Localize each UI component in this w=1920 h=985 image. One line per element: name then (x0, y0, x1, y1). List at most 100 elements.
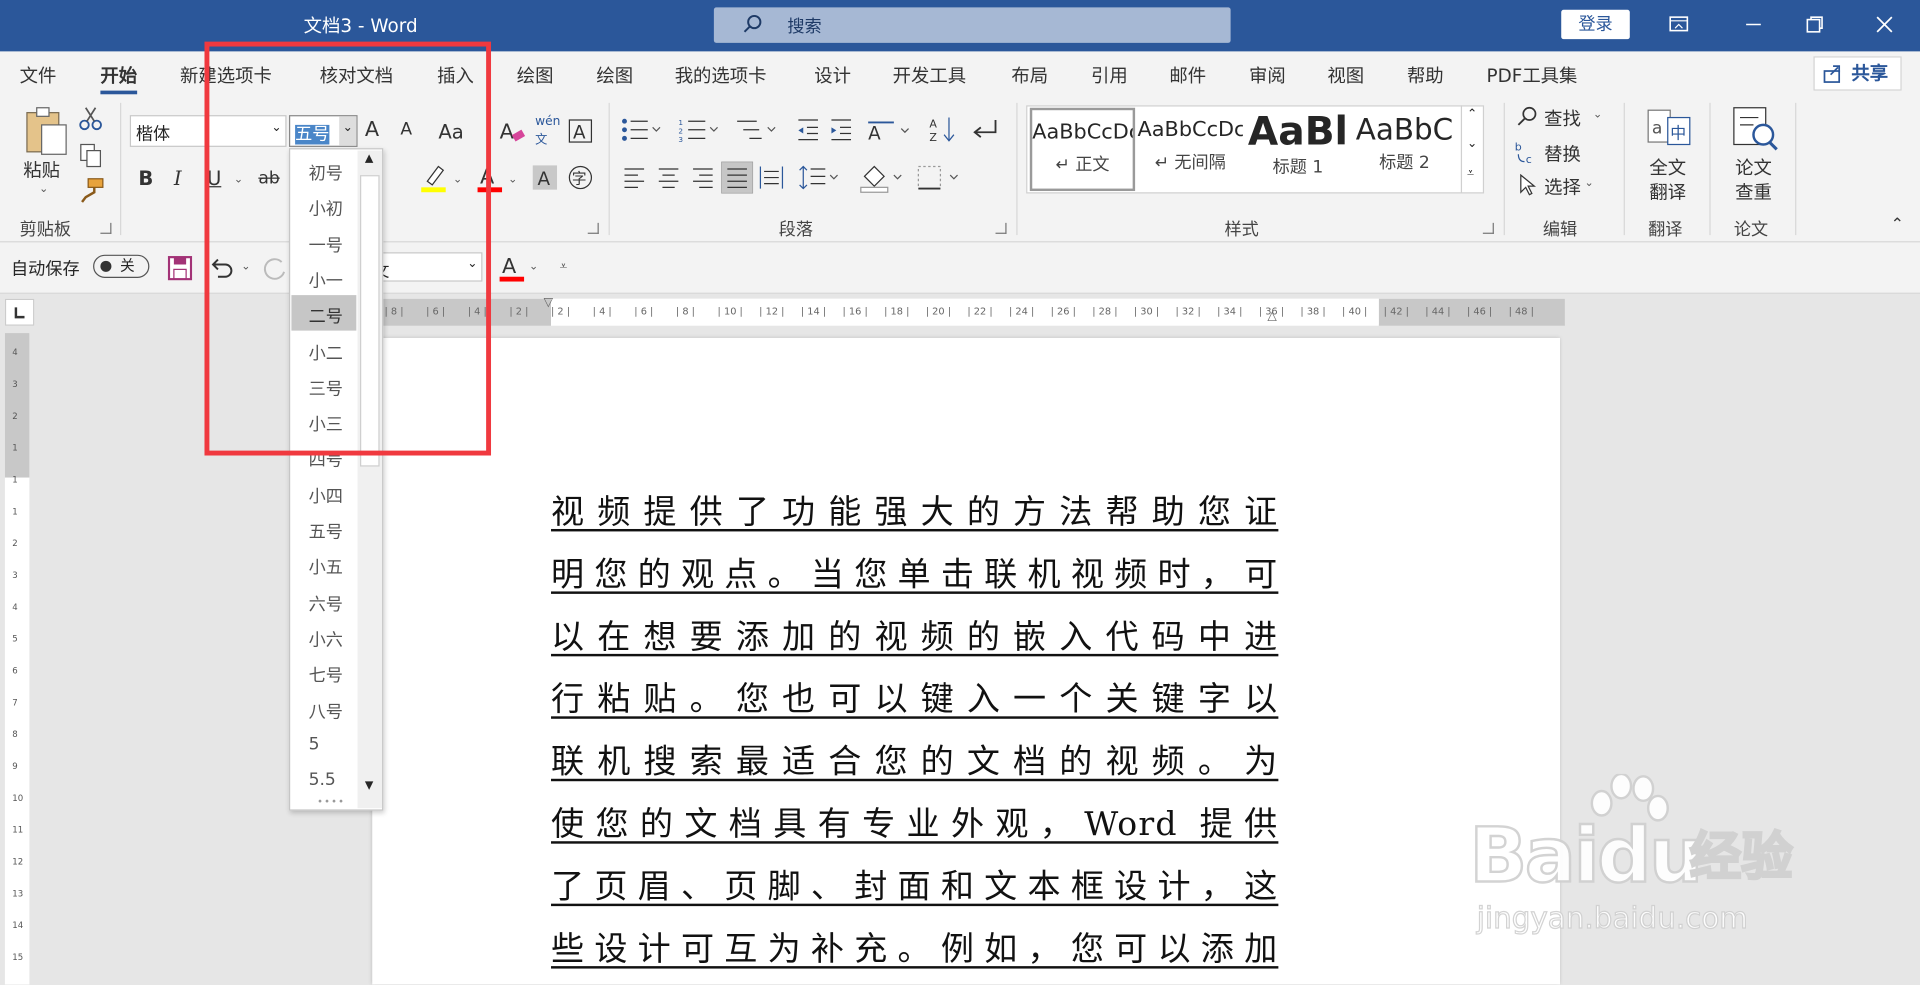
resize-grip-icon[interactable]: •••• (317, 796, 345, 807)
increase-indent-icon[interactable] (829, 118, 853, 142)
font-size-option[interactable]: 5.5 (291, 762, 356, 798)
replace-icon[interactable]: bc (1515, 140, 1539, 164)
customize-qat-icon[interactable]: ⩡ (560, 258, 568, 275)
right-indent-marker-icon[interactable]: △ (1267, 310, 1276, 323)
select-button[interactable]: 选择 (1544, 174, 1581, 200)
tab-selector[interactable] (4, 298, 35, 326)
restore-icon[interactable] (1798, 10, 1832, 39)
tab-view[interactable]: 视图 (1327, 62, 1364, 88)
close-icon[interactable] (1867, 10, 1901, 39)
vertical-ruler[interactable]: 4321112345678910111213141516 (4, 333, 30, 985)
style-no-spacing[interactable]: AaBbCcDc ↵ 无间隔 (1138, 108, 1243, 191)
qat-font-color-icon[interactable]: A (498, 252, 525, 282)
horizontal-ruler[interactable]: | 8 | | 6 | | 4 | | 2 | | 2 | | 4 | | 6 | | 8 |… (379, 296, 1565, 326)
tab-draw-1[interactable]: 绘图 (517, 62, 554, 88)
tab-references[interactable]: 引用 (1091, 62, 1128, 88)
distribute-icon[interactable] (759, 165, 784, 189)
align-left-icon[interactable] (623, 167, 645, 189)
document-line[interactable]: 行粘贴。您也可以键入一个关键字以 (551, 672, 1279, 719)
line-spacing-icon[interactable] (798, 164, 842, 191)
minimize-icon[interactable] (1736, 10, 1770, 39)
align-center-icon[interactable] (658, 167, 680, 189)
translate-line2[interactable]: 翻译 (1649, 179, 1686, 205)
indent-marker-icon[interactable]: ▽ (544, 296, 553, 309)
show-marks-icon[interactable] (971, 118, 998, 142)
select-dropdown[interactable]: ⌄ (1584, 178, 1593, 190)
tab-mailings[interactable]: 邮件 (1169, 62, 1206, 88)
enclose-char-icon[interactable]: 字 (567, 164, 594, 191)
document-line[interactable]: 些设计可互为补充。例如，您可以添加 (551, 922, 1279, 969)
font-size-option[interactable]: 5 (291, 726, 356, 762)
select-icon[interactable] (1518, 173, 1538, 196)
shading-icon[interactable] (860, 162, 907, 194)
thesis-line2[interactable]: 查重 (1735, 179, 1772, 205)
bold-button[interactable]: B (138, 167, 153, 190)
font-size-option[interactable]: 六号 (291, 582, 356, 618)
chevron-down-icon[interactable]: ⌄ (1467, 137, 1477, 150)
document-line[interactable]: 使您的文档具有专业外观，Word 提供 (551, 797, 1279, 844)
clear-format-icon[interactable]: A (497, 118, 526, 145)
document-line[interactable]: 联机搜索最适合您的文档的视频。为 (551, 735, 1279, 782)
chevron-up-icon[interactable]: ⌃ (1467, 108, 1477, 121)
thesis-check-icon[interactable] (1731, 105, 1780, 152)
multilevel-list-icon[interactable] (735, 118, 779, 142)
share-button[interactable]: 共享 (1813, 56, 1902, 91)
find-button[interactable]: 查找 (1544, 105, 1581, 131)
paste-label[interactable]: 粘贴 (23, 157, 60, 183)
document-line[interactable]: 了页眉、页脚、封面和文本框设计，这 (551, 860, 1279, 907)
replace-button[interactable]: 替换 (1544, 141, 1581, 167)
tab-my[interactable]: 我的选项卡 (675, 62, 767, 88)
tab-design[interactable]: 设计 (814, 62, 851, 88)
format-painter-icon[interactable] (78, 176, 105, 203)
decrease-indent-icon[interactable] (796, 118, 820, 142)
copy-icon[interactable] (78, 142, 102, 169)
justify-icon[interactable] (721, 161, 754, 194)
font-color-dropdown[interactable]: ⌄ (508, 174, 517, 186)
font-size-option[interactable]: 五号 (291, 511, 356, 547)
translate-line1[interactable]: 全文 (1649, 154, 1686, 180)
autosave-toggle[interactable]: 关 (93, 254, 150, 278)
paragraph-launcher-icon[interactable] (995, 222, 1007, 234)
clipboard-launcher-icon[interactable] (100, 222, 112, 234)
tab-pdf[interactable]: PDF工具集 (1487, 62, 1578, 88)
sort-icon[interactable]: AZ (928, 115, 957, 144)
numbering-icon[interactable]: 123 (678, 118, 720, 142)
bullets-icon[interactable] (621, 118, 663, 142)
scroll-down-icon[interactable]: ▼ (365, 780, 373, 792)
document-line[interactable]: 视频提供了功能强大的方法帮助您证 (551, 485, 1279, 532)
qat-font-color-dropdown[interactable]: ⌄ (529, 261, 538, 273)
more-icon[interactable]: ⩡ (1467, 167, 1474, 180)
document-line[interactable]: 以在想要添加的视频的嵌入代码中进 (551, 610, 1279, 657)
search-box[interactable]: 搜索 (713, 7, 1231, 43)
tab-home[interactable]: 开始 (100, 62, 138, 95)
find-icon[interactable] (1517, 105, 1539, 127)
style-heading-1[interactable]: AaBl 标题 1 (1245, 108, 1350, 191)
borders-icon[interactable] (916, 164, 963, 191)
document-line[interactable]: 明您的观点。当您单击联机视频时，可 (551, 547, 1279, 594)
font-size-option[interactable]: 小六 (291, 618, 356, 654)
style-normal[interactable]: AaBbCcDc ↵ 正文 (1029, 107, 1136, 192)
styles-scroll[interactable]: ⌃ ⌄ ⩡ (1460, 105, 1484, 194)
translate-icon[interactable]: a中 (1646, 108, 1693, 150)
italic-button[interactable]: I (174, 167, 182, 190)
document-page[interactable]: 视频提供了功能强大的方法帮助您证 明您的观点。当您单击联机视频时，可 以在想要添… (372, 337, 1561, 985)
find-dropdown[interactable]: ⌄ (1593, 109, 1602, 121)
thesis-line1[interactable]: 论文 (1735, 154, 1772, 180)
paste-dropdown[interactable]: ⌄ (39, 184, 48, 196)
font-size-option[interactable]: 小四 (291, 475, 356, 511)
align-right-icon[interactable] (692, 167, 714, 189)
font-launcher-icon[interactable] (587, 222, 599, 234)
style-heading-2[interactable]: AaBbC 标题 2 (1352, 108, 1457, 191)
login-button[interactable]: 登录 (1561, 9, 1630, 40)
paste-icon[interactable] (22, 105, 71, 156)
asian-layout-icon[interactable]: A (867, 118, 911, 145)
font-size-option[interactable]: 七号 (291, 654, 356, 690)
font-size-option[interactable]: 小五 (291, 546, 356, 582)
tab-draw-2[interactable]: 绘图 (596, 62, 633, 88)
tab-layout[interactable]: 布局 (1011, 62, 1048, 88)
phonetic-guide-icon[interactable]: wén 文 (535, 115, 560, 147)
cut-icon[interactable] (78, 105, 102, 132)
font-size-option[interactable]: 八号 (291, 690, 356, 726)
ribbon-display-icon[interactable] (1662, 10, 1696, 39)
char-shading-icon[interactable]: A (532, 165, 558, 190)
